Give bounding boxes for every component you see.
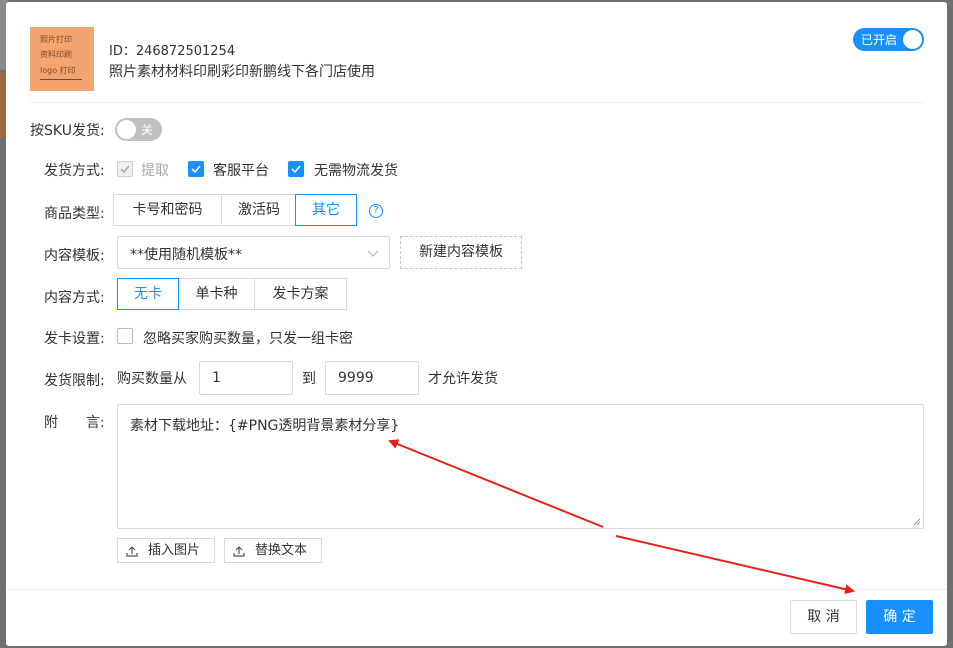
product-type-card-password[interactable]: 卡号和密码	[114, 195, 221, 225]
delivery-limit-suffix: 才允许发货	[428, 371, 498, 387]
footer-divider	[6, 589, 947, 590]
note-label: 附 言:	[44, 415, 105, 431]
content-method-card-plan[interactable]: 发卡方案	[254, 279, 346, 309]
resize-handle-icon[interactable]	[913, 518, 921, 526]
help-icon[interactable]: ?	[369, 204, 383, 218]
delivery-limit-prefix: 购买数量从	[117, 371, 187, 387]
select-value: **使用随机模板**	[130, 247, 242, 263]
header-divider	[30, 102, 924, 103]
thumbnail-underline	[40, 79, 82, 80]
content-method-label: 内容方式:	[44, 290, 105, 306]
sku-delivery-label: 按SKU发货:	[30, 123, 105, 139]
textarea-value: 素材下载地址：{#PNG透明背景素材分享}	[130, 418, 400, 434]
check-icon	[191, 165, 201, 174]
toggle-label: 关	[141, 123, 154, 137]
content-method-single-card[interactable]: 单卡种	[178, 279, 254, 309]
thumbnail-text-2: 资料印刷	[40, 50, 72, 59]
checkbox-no-logistics-label: 无需物流发货	[314, 163, 398, 179]
toggle-knob	[117, 120, 136, 139]
input-value: 1	[212, 370, 221, 386]
check-icon	[291, 165, 301, 174]
note-textarea[interactable]: 素材下载地址：{#PNG透明背景素材分享}	[117, 404, 924, 529]
content-method-no-card[interactable]: 无卡	[117, 278, 179, 310]
input-value: 9999	[338, 370, 374, 386]
content-method-segmented: 无卡 单卡种 发卡方案	[117, 278, 347, 310]
insert-image-button[interactable]: 插入图片	[117, 538, 215, 563]
product-thumbnail: 照片打印 资料印刷 logo 打印	[30, 27, 94, 91]
checkbox-customer-service-label: 客服平台	[213, 163, 269, 179]
product-type-segmented: 卡号和密码 激活码 其它	[113, 194, 357, 226]
toggle-label: 已开启	[861, 33, 898, 47]
quantity-from-input[interactable]: 1	[199, 361, 293, 395]
product-enabled-toggle[interactable]: 已开启	[853, 28, 924, 51]
checkbox-pickup-label: 提取	[141, 163, 169, 179]
checkbox-customer-service[interactable]	[188, 161, 204, 177]
chevron-down-icon	[367, 250, 379, 257]
checkbox-ignore-quantity-label: 忽略买家购买数量，只发一组卡密	[143, 331, 353, 347]
delivery-limit-label: 发货限制:	[44, 373, 105, 389]
checkbox-no-logistics[interactable]	[288, 161, 304, 177]
new-content-template-button[interactable]: 新建内容模板	[400, 236, 522, 269]
product-type-activation-code[interactable]: 激活码	[221, 195, 296, 225]
cancel-button[interactable]: 取 消	[790, 600, 857, 634]
edit-product-dialog: 照片打印 资料印刷 logo 打印 ID：246872501254 照片素材材料…	[6, 2, 947, 646]
content-template-label: 内容模板:	[44, 248, 105, 264]
replace-text-button[interactable]: 替换文本	[224, 538, 322, 563]
upload-icon	[126, 546, 138, 557]
check-icon	[120, 165, 130, 174]
card-setting-label: 发卡设置:	[44, 331, 105, 347]
checkbox-pickup[interactable]	[117, 161, 133, 177]
product-id: ID：246872501254	[109, 44, 236, 59]
thumbnail-text-1: 照片打印	[40, 35, 72, 44]
quantity-to-input[interactable]: 9999	[325, 361, 419, 395]
confirm-button[interactable]: 确 定	[866, 600, 933, 634]
content-template-select[interactable]: **使用随机模板**	[117, 236, 390, 269]
product-type-other[interactable]: 其它	[295, 194, 357, 226]
insert-image-label: 插入图片	[148, 543, 201, 558]
thumbnail-text-3: logo 打印	[40, 66, 76, 75]
delivery-method-label: 发货方式:	[44, 163, 105, 179]
checkbox-ignore-quantity[interactable]	[117, 328, 133, 344]
product-name: 照片素材材料印刷彩印新鹏线下各门店使用	[109, 64, 375, 80]
product-type-label: 商品类型:	[44, 206, 105, 222]
toggle-knob	[903, 30, 922, 49]
upload-icon	[233, 546, 245, 557]
delivery-limit-to-label: 到	[302, 371, 316, 387]
sku-delivery-toggle[interactable]: 关	[115, 118, 162, 141]
replace-text-label: 替换文本	[255, 543, 308, 558]
